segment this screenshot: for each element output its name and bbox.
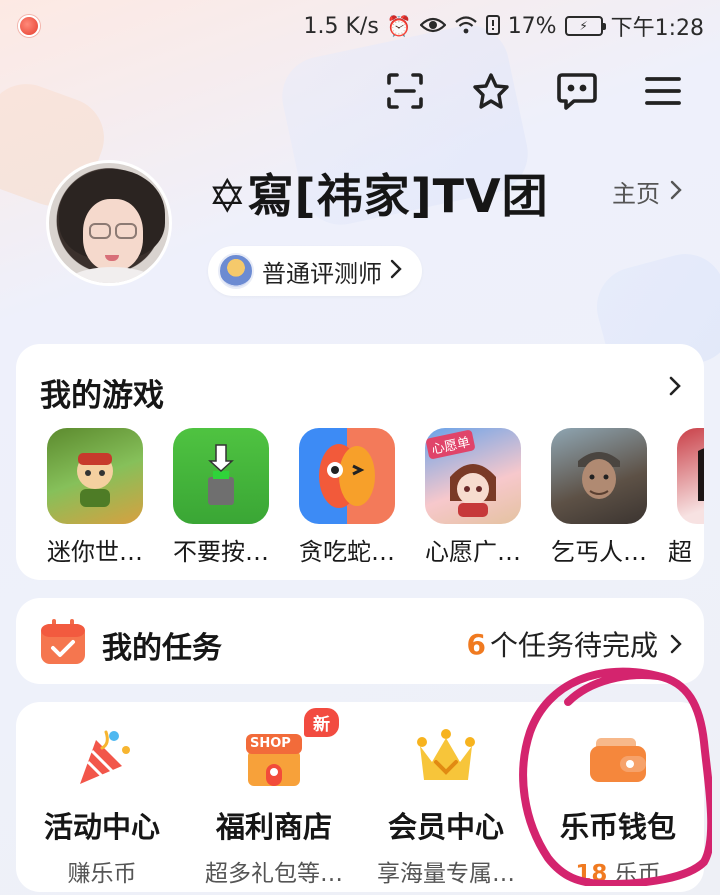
member-center-link[interactable]: 会员中心 享海量专属… xyxy=(360,726,532,888)
reviewer-badge-icon xyxy=(218,253,254,289)
my-games-card: 我的游戏 迷你世… 不要按… 贪吃蛇… 心愿单 心愿广… 乞丐人… 超 xyxy=(16,344,704,580)
my-games-title: 我的游戏 xyxy=(40,378,164,414)
games-list: 迷你世… 不要按… 贪吃蛇… 心愿单 心愿广… 乞丐人… 超 xyxy=(38,428,704,568)
message-icon[interactable] xyxy=(556,70,598,112)
new-badge: 新 xyxy=(304,708,339,737)
menu-icon[interactable] xyxy=(642,70,684,112)
chevron-right-icon xyxy=(670,178,682,206)
wifi-icon xyxy=(454,15,478,38)
game-name: 贪吃蛇… xyxy=(299,538,395,566)
chevron-right-icon xyxy=(670,628,682,661)
chevron-right-icon[interactable] xyxy=(668,374,682,404)
game-icon xyxy=(551,428,647,524)
party-popper-icon xyxy=(70,726,134,790)
quick-links-card: 活动中心 赚乐币 新 SHOP 福利商店 超多礼包等… 会员中心 享海量专属… … xyxy=(16,702,704,892)
alarm-icon: ⏰ xyxy=(386,14,412,38)
game-item[interactable]: 超 xyxy=(668,428,704,567)
network-speed: 1.5 K/s xyxy=(303,13,379,39)
status-bar: 1.5 K/s ⏰ 17% ⚡ 下午1:28 xyxy=(0,0,720,52)
game-icon xyxy=(47,428,143,524)
coin-unit: 乐币 xyxy=(614,861,661,887)
activity-center-label: 活动中心 xyxy=(43,810,160,844)
pending-tasks-text: 个任务待完成 xyxy=(489,629,658,662)
welfare-shop-link[interactable]: 新 SHOP 福利商店 超多礼包等… xyxy=(188,708,360,888)
top-action-bar xyxy=(384,70,684,112)
homepage-link[interactable]: 主页 xyxy=(612,174,682,209)
eye-icon xyxy=(419,16,447,37)
avatar[interactable] xyxy=(46,160,172,286)
my-tasks-card[interactable]: 我的任务 6 个任务待完成 xyxy=(16,598,704,684)
game-item[interactable]: 贪吃蛇… xyxy=(290,428,404,567)
coin-balance: 18 乐币 xyxy=(532,854,704,888)
battery-percent: 17% xyxy=(507,13,557,39)
game-icon xyxy=(677,428,704,524)
reviewer-title-badge[interactable]: 普通评测师 xyxy=(208,246,422,296)
game-item[interactable]: 不要按… xyxy=(164,428,278,567)
game-icon xyxy=(299,428,395,524)
game-name: 超 xyxy=(668,538,692,566)
my-tasks-title: 我的任务 xyxy=(102,631,222,666)
calendar-check-icon xyxy=(40,617,86,665)
activity-center-link[interactable]: 活动中心 赚乐币 xyxy=(16,726,188,888)
star-badge-icon[interactable] xyxy=(470,70,512,112)
clock: 下午1:28 xyxy=(610,16,704,41)
game-name: 不要按… xyxy=(173,538,269,566)
crown-icon xyxy=(414,726,478,790)
member-center-sub: 享海量专属… xyxy=(377,861,515,887)
pending-tasks-count: 6 xyxy=(466,627,486,661)
coin-balance-value: 18 xyxy=(575,861,608,887)
chevron-right-icon xyxy=(390,257,402,285)
pending-tasks-status[interactable]: 6 个任务待完成 xyxy=(467,624,683,664)
sim-alert-icon xyxy=(485,14,500,38)
homepage-label: 主页 xyxy=(612,180,660,208)
welfare-shop-label: 福利商店 xyxy=(215,810,332,844)
game-item[interactable]: 心愿单 心愿广… xyxy=(416,428,530,567)
game-item[interactable]: 迷你世… xyxy=(38,428,152,567)
game-item[interactable]: 乞丐人… xyxy=(542,428,656,567)
notification-app-icon xyxy=(18,15,40,37)
username: ✡寫[祎家]TV团 xyxy=(208,169,549,223)
shop-icon: 新 SHOP xyxy=(242,708,339,790)
game-name: 乞丐人… xyxy=(551,538,647,566)
reviewer-title-label: 普通评测师 xyxy=(262,259,382,288)
battery-charging-icon: ⚡ xyxy=(564,16,606,36)
scan-icon[interactable] xyxy=(384,70,426,112)
game-icon: 心愿单 xyxy=(425,428,521,524)
wallet-icon xyxy=(586,726,650,790)
game-name: 心愿广… xyxy=(425,538,521,566)
game-name: 迷你世… xyxy=(47,538,143,566)
coin-wallet-label: 乐币钱包 xyxy=(559,810,676,844)
welfare-shop-sub: 超多礼包等… xyxy=(205,861,343,887)
game-icon xyxy=(173,428,269,524)
coin-wallet-link[interactable]: 乐币钱包 18 乐币 xyxy=(532,726,704,888)
activity-center-sub: 赚乐币 xyxy=(67,861,137,887)
member-center-label: 会员中心 xyxy=(387,810,504,844)
shop-icon-text: SHOP xyxy=(250,736,291,751)
